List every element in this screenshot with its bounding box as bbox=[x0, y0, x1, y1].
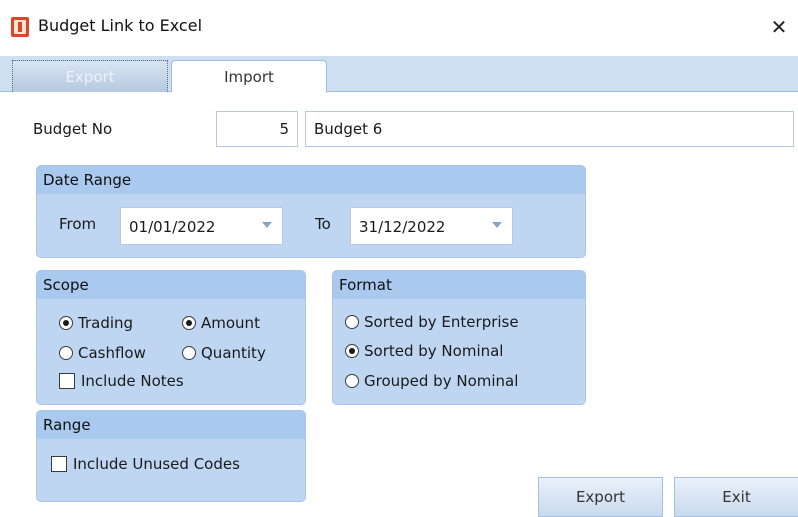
radio-unselected-icon bbox=[345, 315, 359, 329]
checkbox-unchecked-icon bbox=[59, 373, 75, 389]
format-sorted-enterprise-radio[interactable]: Sorted by Enterprise bbox=[345, 313, 519, 331]
to-label: To bbox=[315, 215, 331, 233]
export-button[interactable]: Export bbox=[538, 477, 663, 517]
window-title: Budget Link to Excel bbox=[38, 16, 203, 35]
scope-amount-radio[interactable]: Amount bbox=[182, 314, 260, 332]
app-icon bbox=[11, 17, 29, 37]
tab-export[interactable]: Export bbox=[12, 60, 168, 92]
close-button[interactable]: ✕ bbox=[760, 8, 798, 46]
format-sorted-nominal-radio[interactable]: Sorted by Nominal bbox=[345, 342, 503, 360]
radio-selected-icon bbox=[345, 344, 359, 358]
to-date-value: 31/12/2022 bbox=[359, 218, 446, 236]
radio-selected-icon bbox=[182, 316, 196, 330]
range-header: Range bbox=[37, 411, 305, 439]
radio-unselected-icon bbox=[182, 346, 196, 360]
include-notes-checkbox[interactable]: Include Notes bbox=[59, 372, 184, 390]
scope-amount-label: Amount bbox=[201, 314, 260, 332]
format-option-label: Sorted by Nominal bbox=[364, 342, 504, 360]
budget-no-label: Budget No bbox=[33, 120, 113, 138]
scope-cashflow-radio[interactable]: Cashflow bbox=[59, 344, 146, 362]
tab-import[interactable]: Import bbox=[171, 60, 327, 93]
format-grouped-nominal-radio[interactable]: Grouped by Nominal bbox=[345, 372, 518, 390]
include-unused-codes-checkbox[interactable]: Include Unused Codes bbox=[51, 455, 240, 473]
scope-header: Scope bbox=[37, 271, 305, 299]
scope-trading-label: Trading bbox=[78, 314, 134, 332]
range-group: Range Include Unused Codes bbox=[36, 410, 306, 502]
chevron-down-icon[interactable] bbox=[262, 222, 272, 228]
include-notes-label: Include Notes bbox=[81, 372, 184, 390]
format-header: Format bbox=[333, 271, 585, 299]
budget-name-input[interactable]: Budget 6 bbox=[305, 111, 794, 147]
radio-selected-icon bbox=[59, 316, 73, 330]
format-option-label: Grouped by Nominal bbox=[364, 372, 519, 390]
date-range-group: Date Range From 01/01/2022 To 31/12/2022 bbox=[36, 165, 586, 258]
from-date-value: 01/01/2022 bbox=[129, 218, 216, 236]
from-label: From bbox=[59, 215, 97, 233]
date-range-header: Date Range bbox=[37, 166, 585, 194]
budget-number-input[interactable]: 5 bbox=[216, 111, 298, 147]
scope-quantity-radio[interactable]: Quantity bbox=[182, 344, 266, 362]
format-group: Format Sorted by Enterprise Sorted by No… bbox=[332, 270, 586, 405]
exit-button[interactable]: Exit bbox=[674, 477, 798, 517]
radio-unselected-icon bbox=[345, 374, 359, 388]
format-option-label: Sorted by Enterprise bbox=[364, 313, 519, 331]
scope-cashflow-label: Cashflow bbox=[78, 344, 146, 362]
scope-trading-radio[interactable]: Trading bbox=[59, 314, 133, 332]
chevron-down-icon[interactable] bbox=[492, 222, 502, 228]
checkbox-unchecked-icon bbox=[51, 456, 67, 472]
radio-unselected-icon bbox=[59, 346, 73, 360]
title-bar: Budget Link to Excel ✕ bbox=[0, 0, 798, 56]
to-date-picker[interactable]: 31/12/2022 bbox=[350, 207, 513, 245]
close-icon: ✕ bbox=[770, 15, 788, 39]
scope-quantity-label: Quantity bbox=[201, 344, 266, 362]
tab-strip: Export Import bbox=[0, 56, 798, 93]
scope-group: Scope Trading Amount Cashflow Quantity I… bbox=[36, 270, 306, 405]
include-unused-codes-label: Include Unused Codes bbox=[73, 455, 240, 473]
from-date-picker[interactable]: 01/01/2022 bbox=[120, 207, 283, 245]
